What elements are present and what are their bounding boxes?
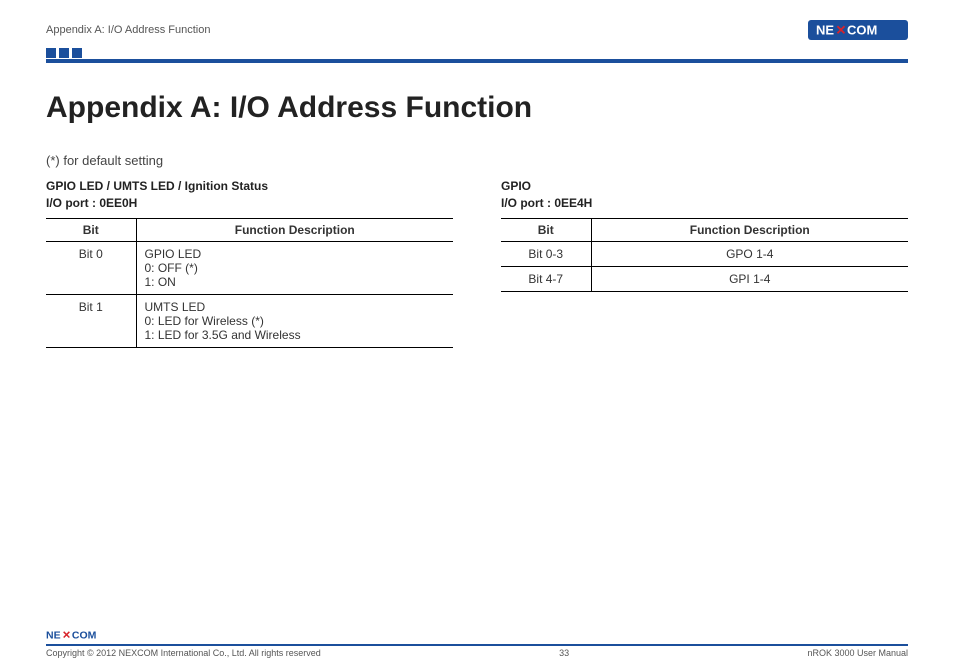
svg-text:COM: COM: [847, 23, 877, 38]
default-setting-note: (*) for default setting: [46, 153, 908, 168]
col-header-func: Function Description: [591, 218, 908, 241]
cell-bit: Bit 4-7: [501, 266, 591, 291]
col-header-bit: Bit: [46, 218, 136, 241]
col-header-bit: Bit: [501, 218, 591, 241]
left-column: GPIO LED / UMTS LED / Ignition Status I/…: [46, 178, 453, 348]
footer-rule: [46, 644, 908, 646]
gpio-led-table: Bit Function Description Bit 0 GPIO LED …: [46, 218, 453, 348]
cell-func: UMTS LED 0: LED for Wireless (*) 1: LED …: [136, 294, 453, 347]
svg-text:✕: ✕: [836, 23, 847, 38]
doc-name: nROK 3000 User Manual: [807, 648, 908, 658]
table-header-row: Bit Function Description: [501, 218, 908, 241]
page-footer: NE ✕ COM Copyright © 2012 NEXCOM Interna…: [46, 628, 908, 658]
col-header-func: Function Description: [136, 218, 453, 241]
table-row: Bit 0-3 GPO 1-4: [501, 241, 908, 266]
table-header-row: Bit Function Description: [46, 218, 453, 241]
cell-bit: Bit 0: [46, 241, 136, 294]
gpio-table: Bit Function Description Bit 0-3 GPO 1-4…: [501, 218, 908, 292]
cell-bit: Bit 0-3: [501, 241, 591, 266]
cell-bit: Bit 1: [46, 294, 136, 347]
brand-logo-footer: NE ✕ COM: [46, 628, 116, 642]
running-title: Appendix A: I/O Address Function: [46, 24, 210, 36]
page-number: 33: [559, 648, 569, 658]
svg-text:✕: ✕: [62, 630, 71, 642]
header-squares-icon: [46, 48, 908, 58]
table-row: Bit 4-7 GPI 1-4: [501, 266, 908, 291]
table-row: Bit 0 GPIO LED 0: OFF (*) 1: ON: [46, 241, 453, 294]
svg-text:NE: NE: [46, 630, 61, 642]
table-row: Bit 1 UMTS LED 0: LED for Wireless (*) 1…: [46, 294, 453, 347]
right-column: GPIO I/O port : 0EE4H Bit Function Descr…: [501, 178, 908, 348]
cell-func: GPIO LED 0: OFF (*) 1: ON: [136, 241, 453, 294]
svg-text:NE: NE: [816, 23, 834, 38]
svg-text:COM: COM: [72, 630, 97, 642]
left-subheading: GPIO LED / UMTS LED / Ignition Status I/…: [46, 178, 453, 212]
right-subheading: GPIO I/O port : 0EE4H: [501, 178, 908, 212]
nexcom-logo-icon: NE ✕ COM: [808, 20, 908, 40]
nexcom-logo-icon: NE ✕ COM: [46, 628, 116, 642]
page-title: Appendix A: I/O Address Function: [46, 91, 908, 125]
brand-logo-top: NE ✕ COM: [808, 20, 908, 40]
header-rule: [46, 59, 908, 63]
cell-func: GPI 1-4: [591, 266, 908, 291]
copyright-text: Copyright © 2012 NEXCOM International Co…: [46, 648, 321, 658]
content-columns: GPIO LED / UMTS LED / Ignition Status I/…: [46, 178, 908, 348]
page-header: Appendix A: I/O Address Function NE ✕ CO…: [46, 18, 908, 42]
cell-func: GPO 1-4: [591, 241, 908, 266]
